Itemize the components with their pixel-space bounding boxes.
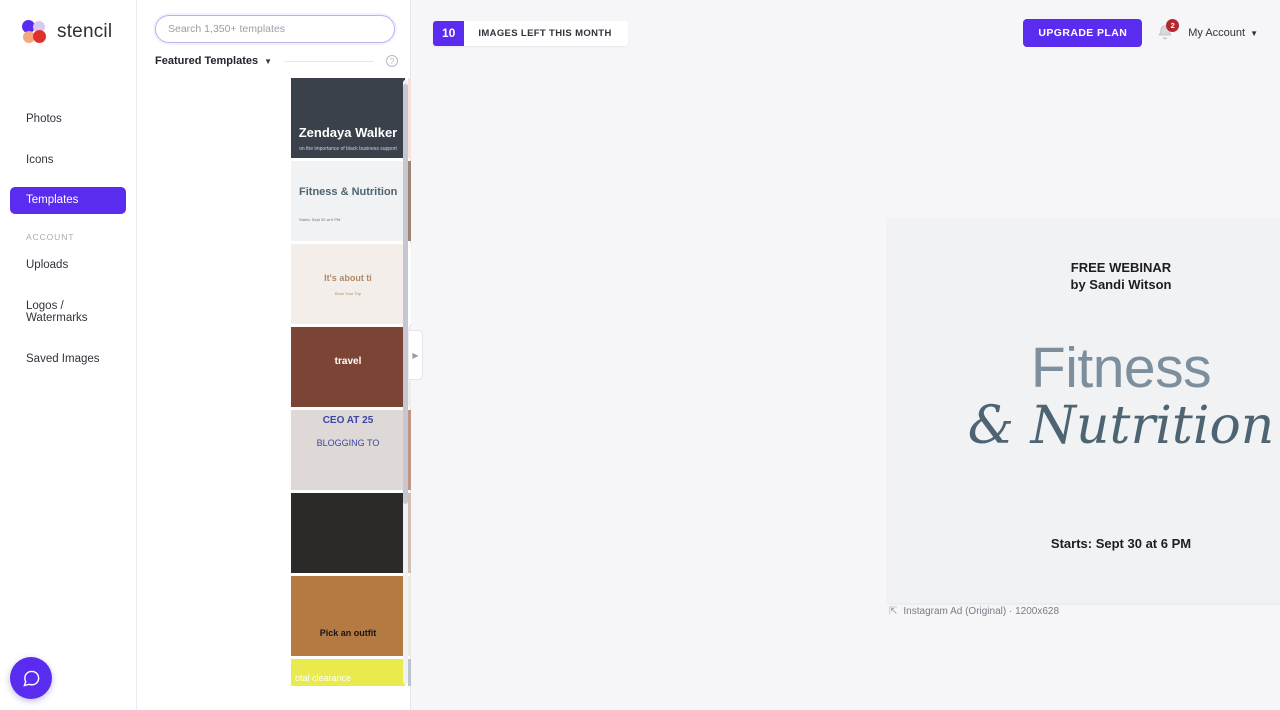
quota-count: 10	[433, 20, 465, 46]
question-mark-icon[interactable]: ?	[386, 55, 398, 67]
sidebar-item-icons[interactable]: Icons	[10, 147, 126, 174]
design-canvas[interactable]: FREE WEBINAR by Sandi Witson Fitness & N…	[888, 218, 1280, 603]
chevron-down-icon[interactable]: ▼	[264, 57, 272, 66]
brand-name: stencil	[57, 21, 113, 42]
sidebar-section-account: ACCOUNT	[26, 231, 75, 242]
top-bar-right: UPGRADE PLAN 2 My Account ▼	[1023, 19, 1258, 47]
template-thumbnail[interactable]: Pick an outfit	[291, 576, 405, 656]
header-divider	[284, 60, 374, 62]
notifications-button[interactable]: 2	[1156, 19, 1180, 43]
brand[interactable]: stencil	[0, 0, 136, 44]
template-thumbnail[interactable]: Zendaya Walker on the importance of black…	[291, 78, 405, 158]
canvas-size-label: Instagram Ad (Original) · 1200x628	[903, 606, 1060, 617]
my-account-menu[interactable]: My Account ▼	[1188, 27, 1258, 39]
canvas-kicker-line1: FREE WEBINAR	[1070, 260, 1172, 275]
template-thumbnail-title: travel	[334, 356, 362, 367]
search-row	[137, 0, 410, 43]
sidebar-item-templates[interactable]: Templates	[10, 187, 126, 214]
templates-panel: Featured Templates ▼ ? Zendaya Walker on …	[137, 0, 522, 710]
template-thumbnail[interactable]: -75%otal clearance	[291, 659, 405, 686]
sidebar-item-uploads[interactable]: Uploads	[10, 252, 126, 279]
canvas-title-line1[interactable]: Fitness	[888, 340, 1280, 397]
template-thumbnail[interactable]: Fitness & Nutrition Starts: Sept 30 at 6 …	[291, 161, 405, 241]
chat-bubble-icon	[22, 670, 39, 687]
editor-main: 10 IMAGES LEFT THIS MONTH UPGRADE PLAN 2…	[411, 0, 1280, 710]
chevron-right-icon: ▶	[412, 350, 419, 360]
upgrade-plan-button[interactable]: UPGRADE PLAN	[1023, 19, 1143, 47]
canvas-kicker[interactable]: FREE WEBINAR by Sandi Witson	[888, 260, 1280, 294]
canvas-kicker-line2: by Sandi Witson	[1070, 276, 1172, 292]
template-thumbnail-title: Zendaya Walker	[298, 125, 398, 141]
my-account-label: My Account	[1188, 27, 1246, 39]
template-thumbnail-subtitle: BLOGGING TO	[316, 438, 380, 448]
search-input[interactable]	[155, 15, 395, 43]
collapse-panel-button[interactable]: ▶	[409, 330, 423, 380]
stencil-logo-icon	[22, 20, 48, 44]
sidebar-item-saved-images[interactable]: Saved Images	[10, 346, 126, 373]
sidebar-item-logos-watermarks[interactable]: Logos / Watermarks	[10, 293, 126, 332]
left-sidebar: stencil Photos Icons Templates ACCOUNT U…	[0, 0, 137, 710]
template-thumbnail-title: Pick an outfit	[319, 627, 377, 638]
template-thumbnail-title: Fitness & Nutrition	[299, 186, 398, 198]
canvas-meta: ⇱ Instagram Ad (Original) · 1200x628	[889, 606, 1059, 617]
top-bar: 10 IMAGES LEFT THIS MONTH UPGRADE PLAN 2…	[411, 0, 1280, 66]
resize-arrows-icon[interactable]: ⇱	[889, 606, 897, 617]
stencil-app: stencil Photos Icons Templates ACCOUNT U…	[0, 0, 1280, 710]
panel-header: Featured Templates ▼ ?	[137, 43, 410, 67]
template-thumbnail[interactable]: CEO AT 25 BLOGGING TO	[291, 410, 405, 490]
canvas-title-line2[interactable]: & Nutrition	[888, 400, 1280, 452]
template-thumbnail-title: It's about ti	[324, 273, 372, 283]
template-thumbnail[interactable]: It's about ti Book Your Trip	[291, 244, 405, 324]
template-thumbnail[interactable]: travel	[291, 327, 405, 407]
panel-scrollbar-thumb[interactable]	[403, 84, 408, 504]
quota-label: IMAGES LEFT THIS MONTH	[464, 20, 628, 46]
panel-title: Featured Templates	[155, 55, 259, 67]
sidebar-nav: Photos Icons Templates ACCOUNT Uploads L…	[0, 106, 136, 372]
template-thumbnail-subtitle: Starts: Sept 30 at 6 PM	[299, 217, 341, 223]
template-thumbnail[interactable]	[291, 493, 405, 573]
template-thumbnail-subtitle: on the importance of black business supp…	[299, 146, 397, 153]
template-thumbnail-subtitle: otal clearance	[295, 673, 352, 683]
sidebar-item-photos[interactable]: Photos	[10, 106, 126, 133]
canvas-starts-text[interactable]: Starts: Sept 30 at 6 PM	[888, 536, 1280, 551]
template-thumbnail-title: CEO AT 25	[322, 415, 374, 426]
notification-badge: 2	[1166, 19, 1180, 32]
images-quota-badge: 10 IMAGES LEFT THIS MONTH	[433, 20, 628, 46]
template-thumbnail-subtitle: Book Your Trip	[334, 291, 362, 296]
help-widget-button[interactable]	[10, 657, 52, 699]
chevron-down-icon: ▼	[1250, 28, 1258, 38]
